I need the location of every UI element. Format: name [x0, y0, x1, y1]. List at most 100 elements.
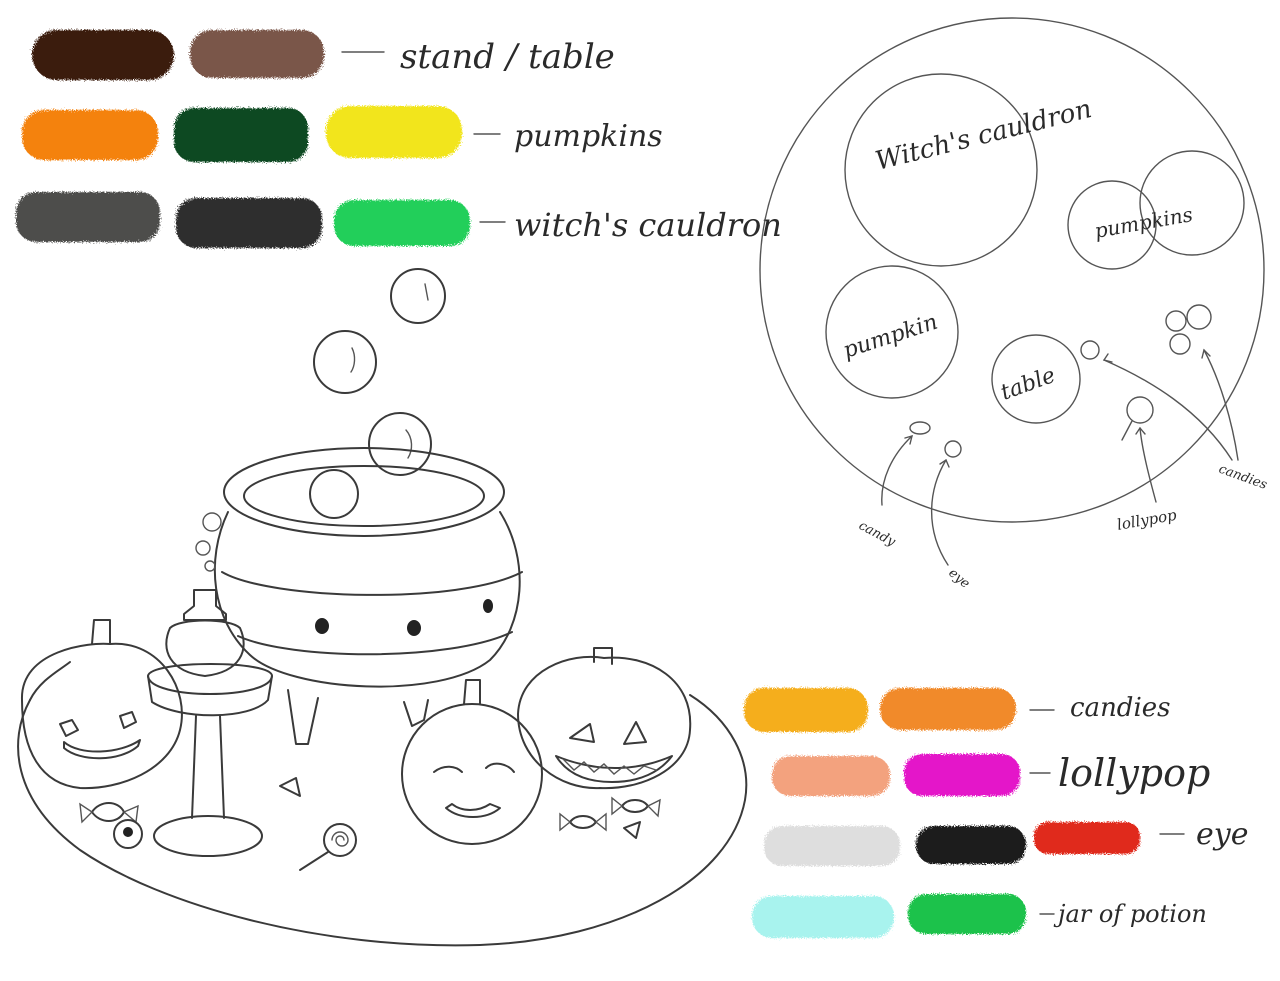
table-top-edge [29, 661, 71, 701]
cauldron-rivet-icon [483, 599, 493, 613]
palette-eye: eye [764, 817, 1248, 866]
cauldron-body [213, 511, 521, 688]
pumpkin-eye-icon [119, 711, 137, 729]
candy-icon [569, 815, 597, 829]
candies-annotation: candies [1217, 462, 1270, 493]
candy-wrapper-icon [646, 798, 661, 818]
cauldron-band-top [221, 571, 523, 596]
candy-corn-icon [279, 777, 301, 797]
arrowhead-icon [1102, 353, 1113, 363]
swatch-lollypop-1 [772, 756, 890, 796]
pumpkins-zone-label: pumpkins [1093, 202, 1195, 243]
bubble-icon [390, 268, 446, 324]
bubble-shine [350, 347, 356, 373]
pumpkin-eye-icon [433, 765, 463, 773]
candy-wrapper-icon [559, 812, 572, 832]
palette-jar-of-potion: jar of potion [752, 894, 1207, 938]
swatch-candies-2 [880, 688, 1016, 730]
lollypop-dot [1126, 396, 1154, 424]
swatch-cauldron-2 [176, 198, 322, 248]
stand-top-side [147, 675, 273, 717]
cauldron-leg [287, 689, 319, 745]
candy-icon [91, 802, 125, 822]
bubble-shine [405, 429, 413, 459]
table-zone-label: table [998, 363, 1059, 406]
bubble-icon [313, 330, 377, 394]
cauldron-zone-label: Witch's cauldron [872, 94, 1094, 177]
eye-annotation: eye [945, 566, 972, 592]
pumpkin-eye-icon [59, 719, 79, 737]
swatch-potion-1 [752, 896, 894, 938]
candies-dot-3 [1169, 333, 1191, 355]
eye-dot [944, 440, 962, 458]
stand-pole [219, 715, 225, 819]
pumpkin-mouth [445, 803, 501, 818]
arrow-candies-a [1103, 359, 1233, 461]
pumpkin-mouth [63, 739, 141, 760]
swatch-lollypop-2 [904, 754, 1020, 796]
potion-bubble-icon [204, 560, 216, 572]
cauldron-rivet-icon [407, 620, 421, 636]
palette-lollypop: lollypop [772, 751, 1210, 796]
palette-stand-table: stand / table [32, 30, 615, 80]
candy-dot-small [909, 421, 931, 435]
lollypop-stick [299, 851, 329, 871]
label-stand-table: stand / table [400, 37, 615, 77]
main-sketch [17, 268, 748, 947]
pumpkin-left-stem [91, 619, 111, 645]
pumpkin-eye-icon [623, 721, 647, 745]
swatch-stand-table-2 [190, 30, 324, 78]
palette-cauldron: witch's cauldron [16, 192, 782, 248]
cauldron-rim [223, 447, 505, 537]
candy-icon [621, 799, 649, 813]
pumpkin-zone-label: pumpkin [840, 310, 941, 364]
swatch-eye-2 [916, 826, 1026, 864]
potion-bubble-icon [202, 512, 222, 532]
lollypop-annotation: lollypop [1116, 506, 1179, 534]
swatch-pumpkins-1 [22, 110, 158, 160]
palette-pumpkins: pumpkins [22, 106, 663, 162]
label-pumpkins: pumpkins [514, 119, 663, 154]
pumpkins-zone-right [1139, 150, 1245, 256]
pumpkin-eye-icon [485, 762, 515, 773]
bubble-shine [424, 283, 429, 301]
swatch-stand-table-1 [32, 30, 174, 80]
swatch-cauldron-1 [16, 192, 160, 242]
pumpkin-middle-body [401, 703, 543, 845]
palette-candies: candies [744, 688, 1171, 732]
composition-diagram: Witch's cauldron pumpkins pumpkin table … [759, 17, 1270, 592]
lollypop-swirl [331, 831, 349, 847]
candy-wrapper-icon [594, 812, 607, 832]
cauldron-zone [844, 73, 1038, 267]
label-candies: candies [1070, 693, 1171, 723]
candy-corn-icon [623, 821, 641, 839]
lollypop-stick [1121, 420, 1133, 441]
label-cauldron: witch's cauldron [514, 206, 782, 244]
label-eye: eye [1196, 817, 1248, 852]
swatch-cauldron-3 [334, 200, 470, 246]
bubble-in-cauldron-icon [309, 469, 359, 519]
candies-dot-1 [1165, 310, 1187, 332]
cauldron-rivet-icon [315, 618, 329, 634]
composition-outline [759, 17, 1265, 523]
candies-dot-2 [1186, 304, 1212, 330]
lollypop-icon [323, 823, 357, 857]
sketch-canvas: stand / table pumpkins witch's cauldron … [16, 17, 1270, 947]
candy-dot [1080, 340, 1100, 360]
swatch-pumpkins-2 [174, 108, 308, 162]
pumpkin-right-stem [593, 647, 613, 665]
stand-pole [191, 715, 197, 819]
swatch-candies-1 [744, 688, 868, 732]
candy-wrapper-icon [611, 796, 624, 816]
arrow-lollypop [1139, 427, 1157, 503]
candy-annotation: candy [856, 518, 898, 550]
pumpkin-middle-stem [463, 679, 481, 705]
potion-jar-body [165, 619, 245, 677]
label-jar-of-potion: jar of potion [1053, 900, 1207, 928]
eye-pupil-icon [123, 827, 133, 837]
pumpkin-teeth [563, 759, 657, 775]
cauldron-band-bottom [237, 631, 513, 656]
cauldron-inner-rim [243, 465, 485, 527]
pumpkin-left-body [20, 642, 183, 790]
swatch-eye-3 [1034, 822, 1140, 854]
